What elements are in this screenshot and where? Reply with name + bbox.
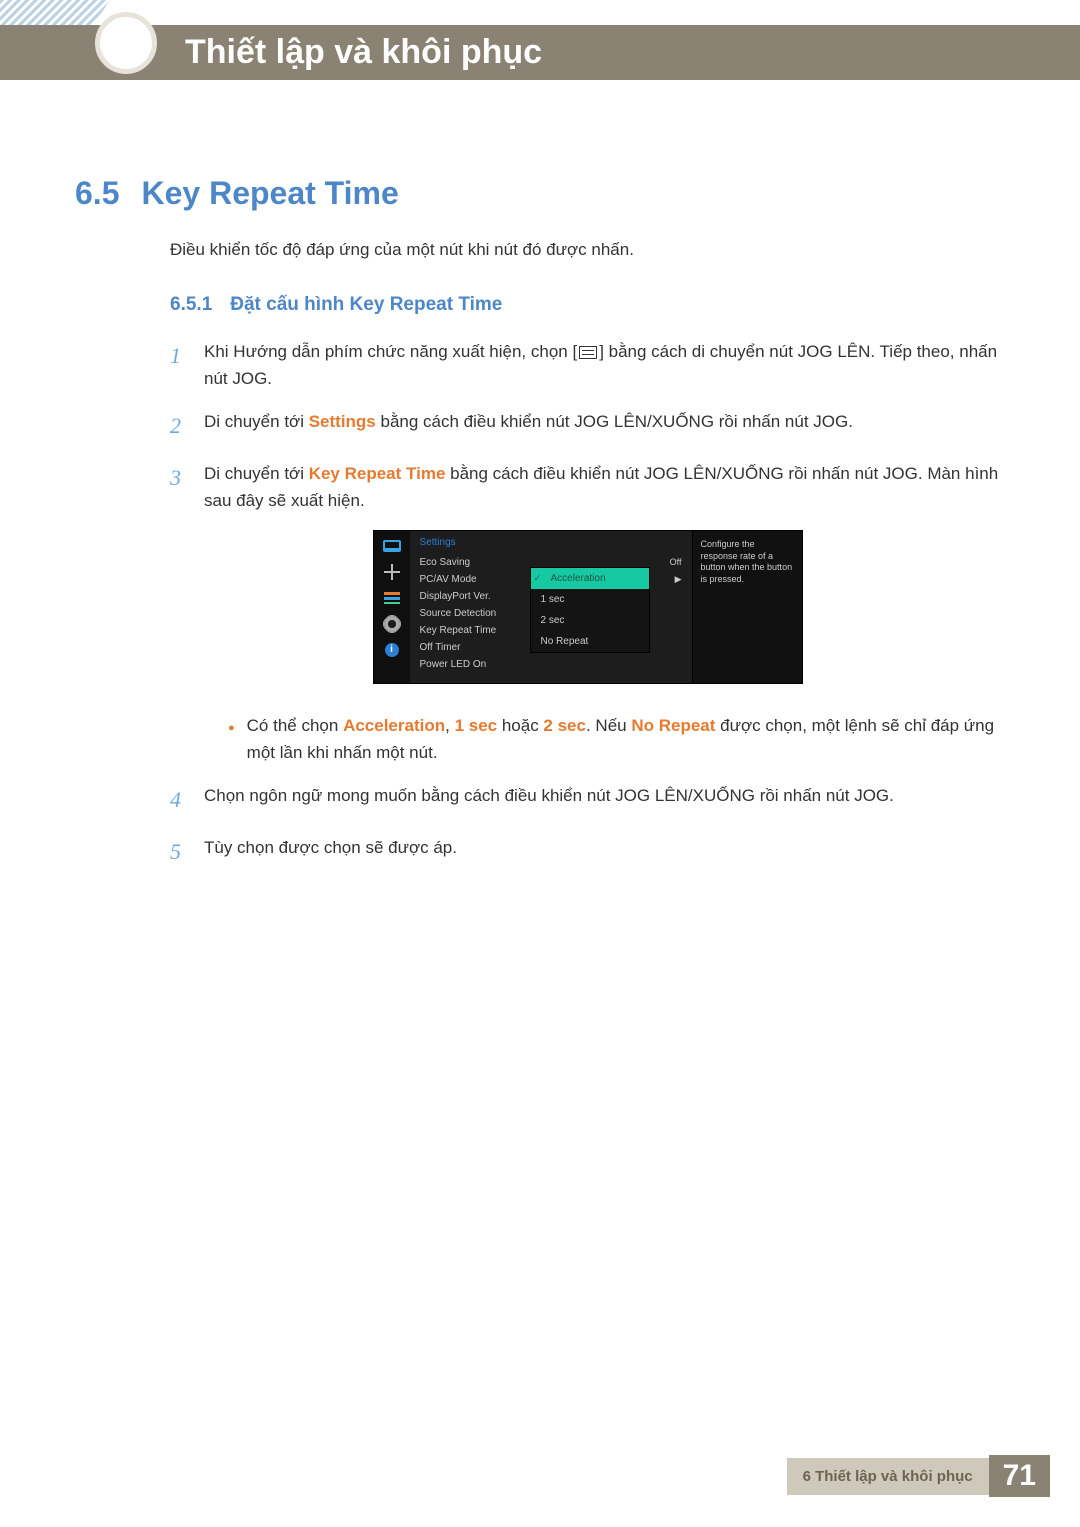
step-number: 3 xyxy=(170,460,184,514)
menu-icon xyxy=(579,346,597,359)
text: Có thể chọn xyxy=(247,716,343,735)
highlight: Acceleration xyxy=(343,716,445,735)
text: Khi Hướng dẫn phím chức năng xuất hiện, … xyxy=(204,342,577,361)
osd-help-panel: Configure the response rate of a button … xyxy=(692,531,802,683)
option-1sec: 1 sec xyxy=(531,589,649,610)
label: Key Repeat Time xyxy=(420,625,497,636)
section-title: Key Repeat Time xyxy=(141,175,398,212)
option-norepeat: No Repeat xyxy=(531,631,649,652)
osd-dropdown: Acceleration 1 sec 2 sec No Repeat xyxy=(530,567,650,653)
osd-panel: i Settings Eco Saving Off PC/AV Mode ▶ Dis… xyxy=(373,530,803,684)
position-icon xyxy=(383,565,401,579)
label: Source Detection xyxy=(420,608,497,619)
highlight: Key Repeat Time xyxy=(309,464,446,483)
highlight: 1 sec xyxy=(455,716,498,735)
chapter-header: Thiết lập và khôi phục xyxy=(0,25,1080,80)
chapter-title: Thiết lập và khôi phục xyxy=(185,33,542,72)
picture-icon xyxy=(383,539,401,553)
step-3: 3 Di chuyển tới Key Repeat Time bằng các… xyxy=(170,460,1005,514)
decorative-stripes xyxy=(0,0,110,25)
step-text: Di chuyển tới Key Repeat Time bằng cách … xyxy=(204,460,1005,514)
section-number: 6.5 xyxy=(75,175,119,212)
highlight: 2 sec xyxy=(543,716,586,735)
subsection-number: 6.5.1 xyxy=(170,294,212,316)
steps-list: 1 Khi Hướng dẫn phím chức năng xuất hiện… xyxy=(170,338,1005,514)
step-1: 1 Khi Hướng dẫn phím chức năng xuất hiện… xyxy=(170,338,1005,392)
page-footer: 6 Thiết lập và khôi phục 71 xyxy=(787,1455,1050,1497)
bullet-text: Có thể chọn Acceleration, 1 sec hoặc 2 s… xyxy=(247,712,1005,766)
osd-heading: Settings xyxy=(420,537,682,548)
menu-list-icon xyxy=(383,591,401,605)
osd-screenshot: i Settings Eco Saving Off PC/AV Mode ▶ Dis… xyxy=(170,530,1005,684)
step-number: 5 xyxy=(170,834,184,869)
step-4: 4 Chọn ngôn ngữ mong muốn bằng cách điều… xyxy=(170,782,1005,817)
highlight: No Repeat xyxy=(631,716,715,735)
info-icon: i xyxy=(383,643,401,657)
step-2: 2 Di chuyển tới Settings bằng cách điều … xyxy=(170,408,1005,443)
value: Off xyxy=(670,557,682,568)
bullet-note: ● Có thể chọn Acceleration, 1 sec hoặc 2… xyxy=(198,702,1005,766)
label: Eco Saving xyxy=(420,557,471,568)
page-content: 6.5 Key Repeat Time Điều khiển tốc độ đá… xyxy=(75,175,1005,885)
footer-chapter-label: 6 Thiết lập và khôi phục xyxy=(787,1458,989,1495)
highlight: Settings xyxy=(309,412,376,431)
osd-menu: Settings Eco Saving Off PC/AV Mode ▶ Displ… xyxy=(410,531,692,683)
option-2sec: 2 sec xyxy=(531,610,649,631)
step-text: Chọn ngôn ngữ mong muốn bằng cách điều k… xyxy=(204,782,1005,817)
text: Di chuyển tới xyxy=(204,464,309,483)
text: . Nếu xyxy=(586,716,631,735)
osd-item-led: Power LED On xyxy=(420,656,682,673)
text: Di chuyển tới xyxy=(204,412,309,431)
label: PC/AV Mode xyxy=(420,574,477,585)
chapter-badge xyxy=(95,12,157,74)
label: Off Timer xyxy=(420,642,461,653)
chevron-right-icon: ▶ xyxy=(675,574,682,585)
step-text: Tùy chọn được chọn sẽ được áp. xyxy=(204,834,1005,869)
step-5: 5 Tùy chọn được chọn sẽ được áp. xyxy=(170,834,1005,869)
page-number: 71 xyxy=(989,1455,1050,1497)
step-text: Di chuyển tới Settings bằng cách điều kh… xyxy=(204,408,1005,443)
step-number: 1 xyxy=(170,338,184,392)
label: Acceleration xyxy=(551,573,606,584)
subsection-heading: 6.5.1 Đặt cấu hình Key Repeat Time xyxy=(170,294,1005,316)
gear-icon xyxy=(383,617,401,631)
label: DisplayPort Ver. xyxy=(420,591,491,602)
subsection-title: Đặt cấu hình Key Repeat Time xyxy=(230,294,502,316)
section-intro: Điều khiển tốc độ đáp ứng của một nút kh… xyxy=(170,240,1005,260)
osd-icon-rail: i xyxy=(374,531,410,683)
text: bằng cách điều khiển nút JOG LÊN/XUỐNG r… xyxy=(376,412,853,431)
text: hoặc xyxy=(497,716,543,735)
label: Power LED On xyxy=(420,659,487,670)
option-acceleration: Acceleration xyxy=(531,568,649,589)
bullet-icon: ● xyxy=(228,720,235,766)
steps-continued: ● Có thể chọn Acceleration, 1 sec hoặc 2… xyxy=(170,702,1005,869)
text: , xyxy=(445,716,454,735)
section-heading: 6.5 Key Repeat Time xyxy=(75,175,1005,212)
step-text: Khi Hướng dẫn phím chức năng xuất hiện, … xyxy=(204,338,1005,392)
step-number: 4 xyxy=(170,782,184,817)
step-number: 2 xyxy=(170,408,184,443)
